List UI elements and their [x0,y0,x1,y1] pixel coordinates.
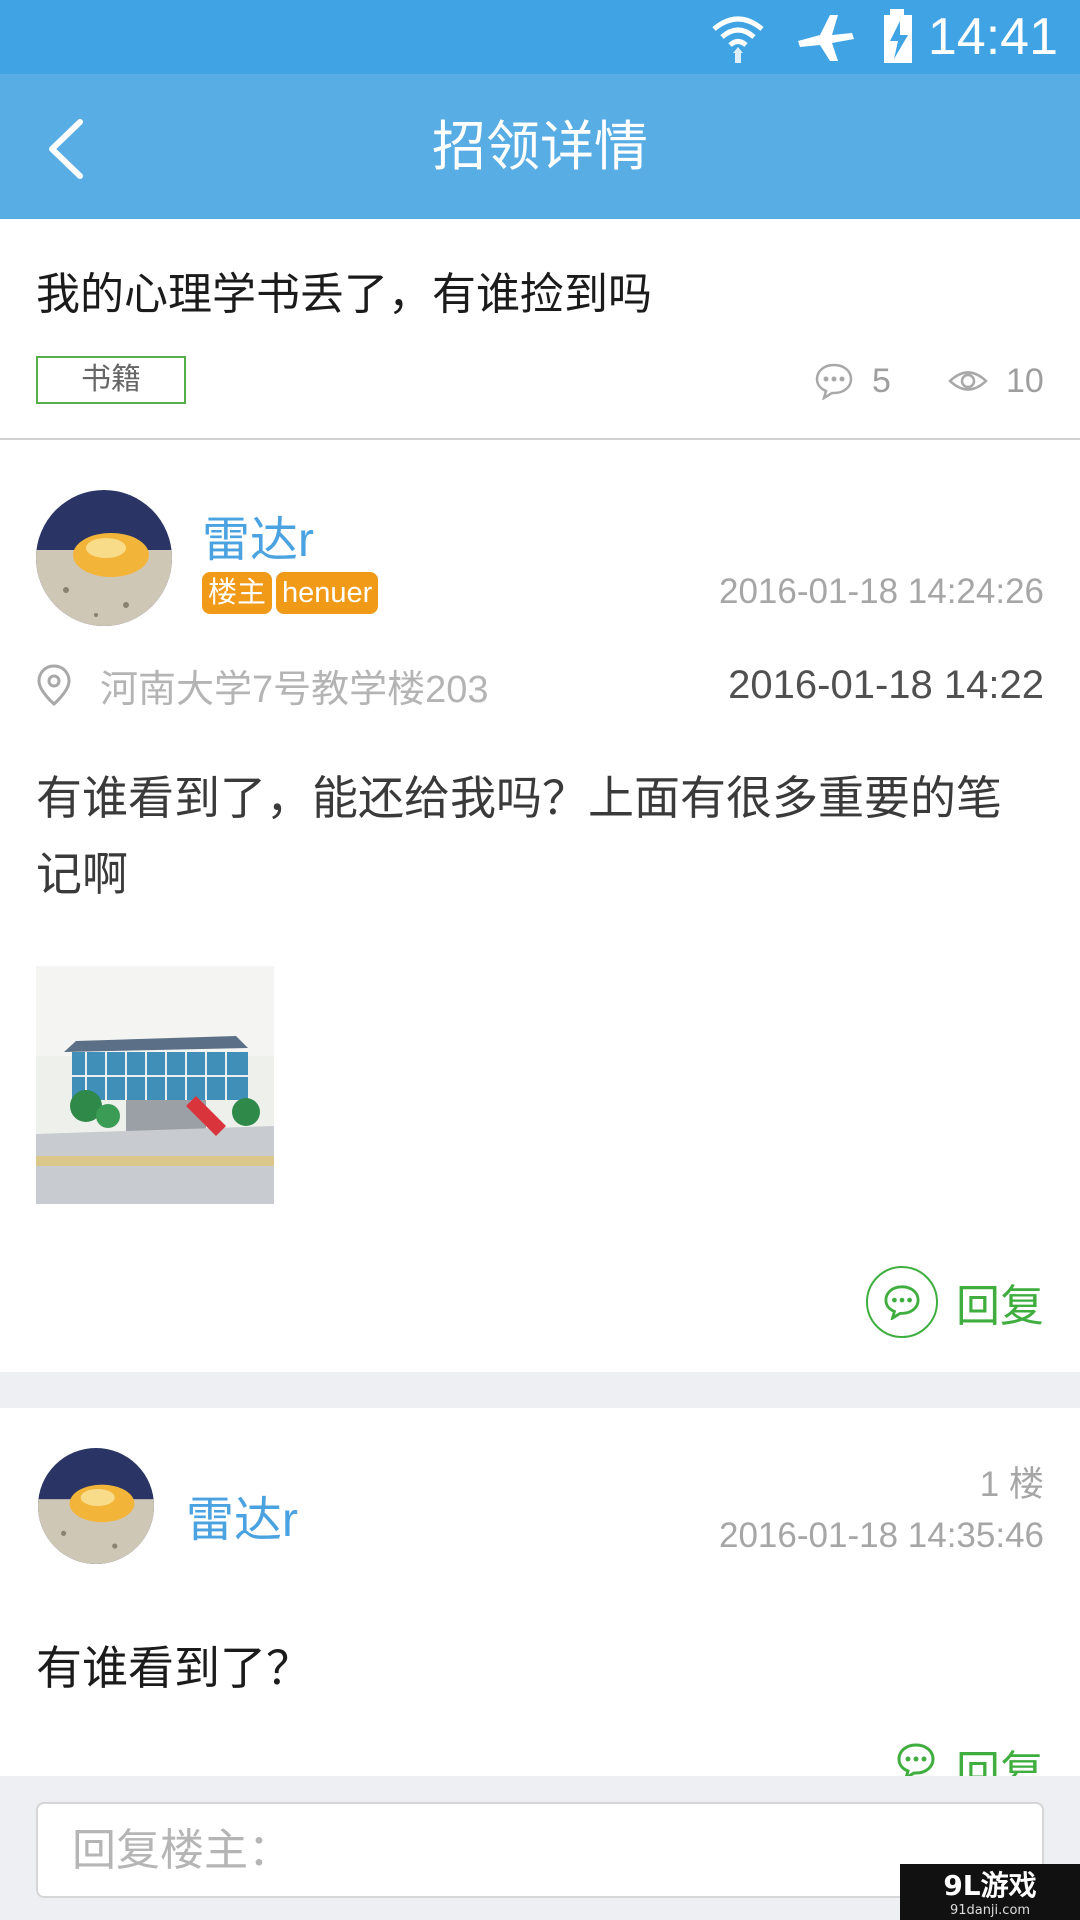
post-image[interactable] [36,966,274,1204]
location-text: 河南大学7号教学楼203 [100,668,489,711]
chat-bubble-icon [884,1285,920,1320]
divider [0,438,1080,440]
reply-input[interactable] [36,1802,1044,1898]
airplane-icon [797,15,854,61]
avatar[interactable] [36,490,172,626]
floor-number: 1 楼 [979,1465,1044,1504]
user-tag-badge: henuer [276,572,379,614]
view-count: 10 [1006,361,1044,400]
reply-label: 回复 [956,1281,1044,1332]
comment-avatar[interactable] [38,1448,154,1564]
owner-badge: 楼主 [202,572,273,614]
comment-reply-label: 回复 [956,1747,1044,1776]
watermark-sub: 91danji.com [949,1903,1031,1918]
comment-icon [815,363,853,400]
wifi-icon [712,16,764,63]
battery-charging-icon [883,9,912,63]
comment-timestamp: 2016-01-18 14:35:46 [719,1516,1044,1555]
comment-count: 5 [872,361,891,400]
status-bar: 14:41 [0,0,1080,74]
owner-username[interactable]: 雷达r [202,500,314,570]
section-gap [0,1372,1080,1408]
reply-circle [866,1266,938,1338]
eye-icon [948,371,988,391]
comment-stat: 5 [814,358,891,404]
comment-content: 有谁看到了？ [36,1641,312,1695]
comment-username[interactable]: 雷达r [186,1480,298,1550]
reply-bar: 9L游戏 91danji.com [0,1776,1080,1920]
post-timestamp: 2016-01-18 14:24:26 [719,572,1044,611]
comment-reply-button[interactable]: 回复 [896,1736,1044,1776]
app-bar: 招领详情 [0,74,1080,219]
post-content: 有谁看到了，能还给我吗？上面有很多重要的笔记啊 [36,771,1002,901]
watermark-logo: 9L游戏 91danji.com [900,1864,1080,1920]
chat-bubble-icon [897,1743,935,1776]
reply-button[interactable]: 回复 [866,1266,1044,1338]
post-title: 我的心理学书丢了，有谁捡到吗 [36,269,652,320]
location-pin-icon [37,664,71,706]
page-title: 招领详情 [432,115,648,178]
clock: 14:41 [927,8,1058,66]
view-stat: 10 [948,358,1044,404]
watermark-text: 9L游戏 [943,1869,1037,1902]
category-tag: 书籍 [36,356,186,404]
lost-time: 2016-01-18 14:22 [728,662,1044,707]
location-row: 河南大学7号教学楼203 2016-01-18 14:22 [36,660,1044,711]
